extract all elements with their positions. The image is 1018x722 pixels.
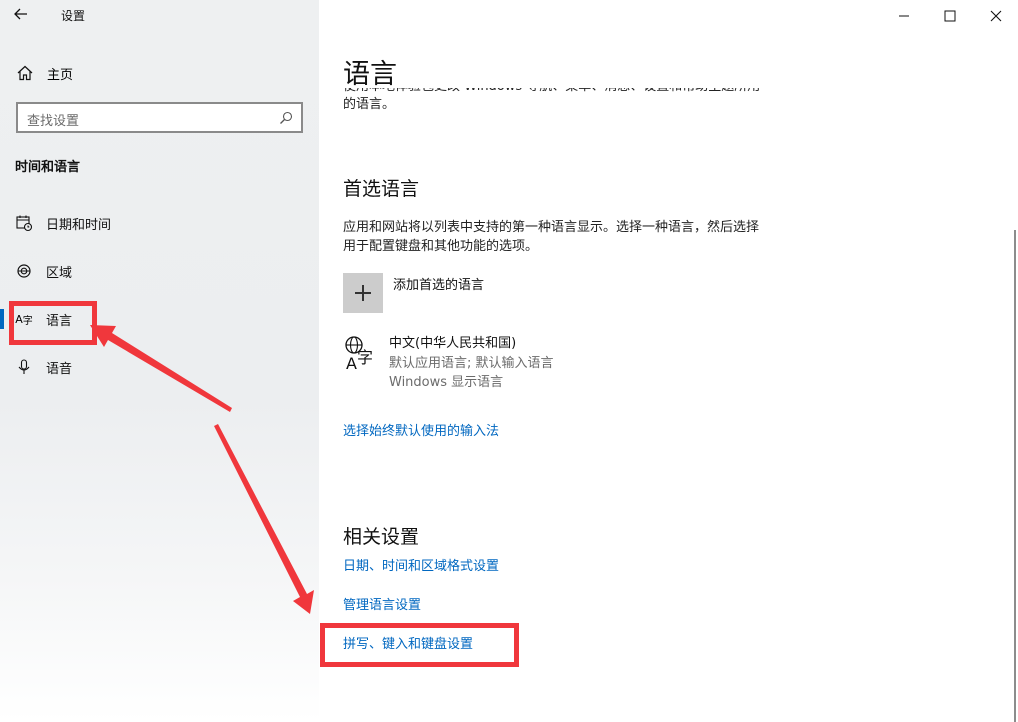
language-detail: 默认应用语言; 默认输入语言 [389, 356, 554, 371]
preferred-languages-description: 应用和网站将以列表中支持的第一种语言显示。选择一种语言，然后选择 用于配置键盘和… [343, 218, 803, 256]
related-settings-heading: 相关设置 [343, 526, 420, 548]
language-list-item[interactable]: A 字 中文(中华人民共和国) 默认应用语言; 默认输入语言 Windows 显… [343, 331, 673, 391]
svg-text:A: A [346, 354, 357, 373]
microphone-icon [18, 359, 30, 374]
close-icon [990, 10, 1002, 22]
sidebar-item-label: 语音 [46, 361, 73, 377]
sidebar-section-title: 时间和语言 [15, 160, 81, 175]
related-link-date-time-region[interactable]: 日期、时间和区域格式设置 [343, 555, 499, 574]
annotation-box-language-nav [9, 301, 97, 345]
svg-text:字: 字 [357, 348, 373, 367]
sidebar-item-label: 区域 [46, 265, 73, 281]
language-name: 中文(中华人民共和国) [389, 336, 517, 351]
scrollbar[interactable] [1014, 230, 1016, 722]
annotation-box-keyboard-link [320, 623, 519, 667]
default-input-method-link[interactable]: 选择始终默认使用的输入法 [343, 420, 499, 439]
sidebar-home-label: 主页 [47, 67, 74, 83]
page-title: 语言 [343, 59, 397, 90]
related-link-manage-language[interactable]: 管理语言设置 [343, 594, 421, 613]
back-arrow-icon [14, 8, 27, 20]
intro-line-2: 的语言。 [343, 97, 396, 112]
add-language-label: 添加首选的语言 [393, 278, 485, 293]
language-detail: Windows 显示语言 [389, 375, 504, 390]
calendar-clock-icon [16, 215, 33, 232]
plus-icon [343, 273, 383, 313]
language-glyph-icon: A 字 [343, 335, 383, 373]
preferred-languages-heading: 首选语言 [343, 178, 420, 200]
close-button[interactable] [973, 0, 1018, 32]
sidebar: 设置 主页 查找设置 时间和语言 日期和时间 区域 A字 语言 语音 [0, 0, 319, 722]
description-line-2: 用于配置键盘和其他功能的选项。 [343, 239, 539, 254]
search-placeholder: 查找设置 [27, 114, 80, 129]
minimize-icon [899, 15, 909, 17]
sidebar-item-region[interactable]: 区域 [0, 251, 319, 291]
minimize-button[interactable] [881, 0, 927, 32]
globe-icon [17, 264, 31, 278]
intro-text: 使用本地体验包更改 Windows 导航、菜单、消息、设置和帮助主题所用 的语言… [343, 88, 793, 114]
maximize-icon [944, 10, 956, 22]
sidebar-home[interactable]: 主页 [16, 62, 216, 84]
sidebar-item-speech[interactable]: 语音 [0, 347, 319, 387]
sidebar-item-label: 日期和时间 [46, 217, 112, 233]
search-icon[interactable] [279, 111, 293, 125]
app-title: 设置 [61, 9, 86, 23]
intro-line-1: 使用本地体验包更改 Windows 导航、菜单、消息、设置和帮助主题所用 [343, 88, 760, 96]
back-button[interactable] [10, 4, 34, 26]
sidebar-item-date-time[interactable]: 日期和时间 [0, 203, 319, 243]
main-content: 语言 使用本地体验包更改 Windows 导航、菜单、消息、设置和帮助主题所用 … [319, 0, 1018, 722]
search-input[interactable]: 查找设置 [16, 102, 303, 133]
description-line-1: 应用和网站将以列表中支持的第一种语言显示。选择一种语言，然后选择 [343, 220, 760, 235]
home-icon [17, 65, 33, 81]
add-language-button[interactable]: 添加首选的语言 [343, 273, 643, 313]
maximize-button[interactable] [927, 0, 973, 32]
